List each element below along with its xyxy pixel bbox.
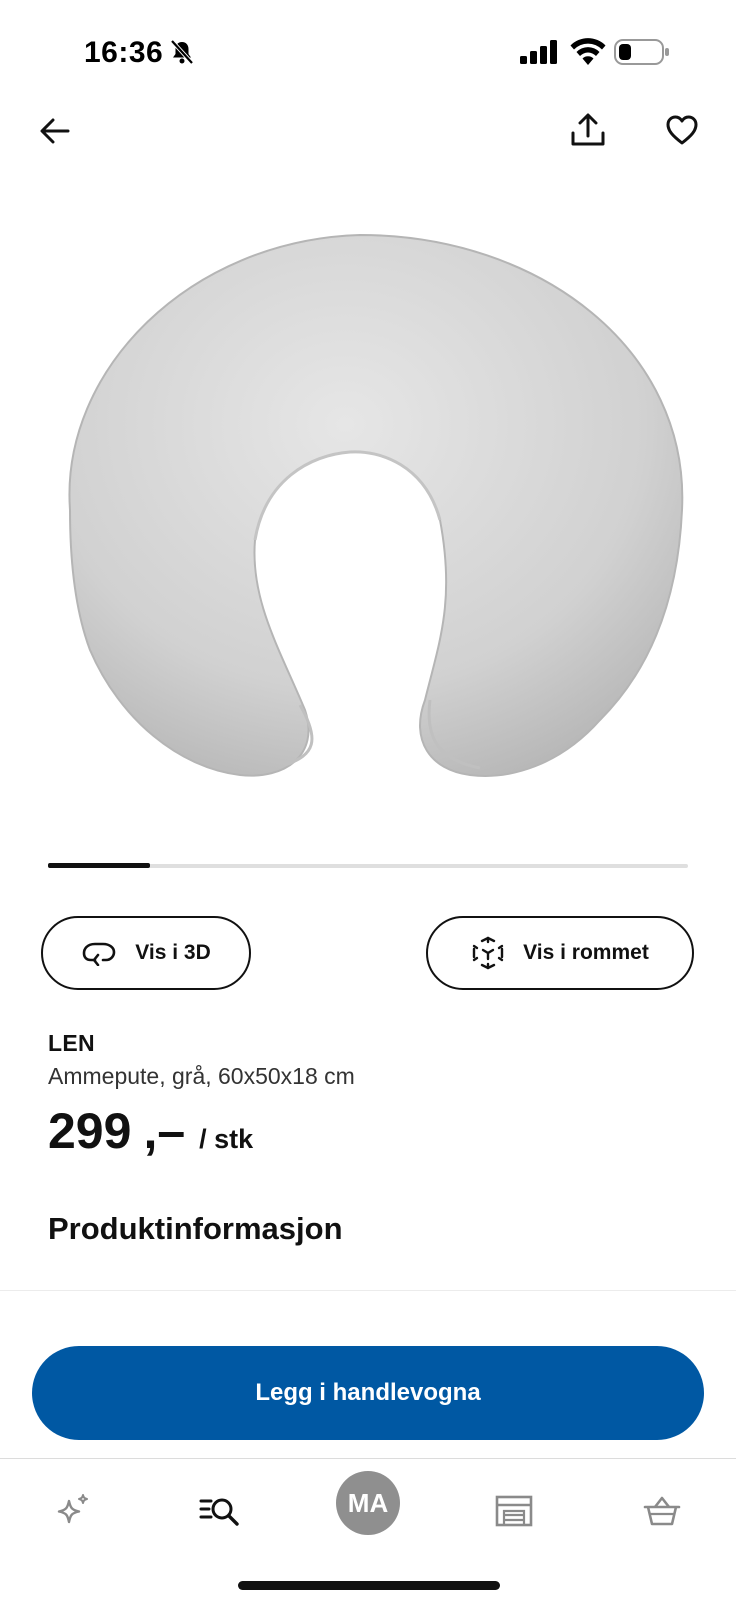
ar-cube-icon: [472, 936, 504, 970]
tab-profile[interactable]: MA: [336, 1471, 400, 1535]
store-icon: [495, 1495, 533, 1527]
carousel-progress: [48, 863, 151, 868]
tab-store[interactable]: [482, 1479, 546, 1543]
bottom-tab-bar: MA: [0, 1458, 736, 1600]
battery-icon: [614, 39, 669, 65]
arrow-left-icon: [40, 118, 70, 144]
rotate-3d-icon: [82, 942, 116, 966]
wifi-icon: [570, 38, 606, 65]
add-to-cart-button[interactable]: Legg i handlevogna: [32, 1346, 704, 1440]
share-button[interactable]: [566, 108, 610, 152]
basket-icon: [643, 1496, 681, 1526]
product-info-heading[interactable]: Produktinformasjon: [48, 1211, 343, 1247]
status-bar: 16:36: [0, 0, 736, 100]
product-description: Ammepute, grå, 60x50x18 cm: [48, 1063, 355, 1089]
cellular-signal-icon: [520, 40, 557, 64]
price: 299 ,– / stk: [48, 1102, 253, 1160]
home-indicator: [238, 1581, 500, 1590]
view-in-room-label: Vis i rommet: [523, 941, 649, 964]
price-suffix: ,–: [143, 1103, 186, 1159]
price-amount: 299: [48, 1103, 132, 1159]
tab-cart[interactable]: [630, 1479, 694, 1543]
back-button[interactable]: [34, 110, 76, 152]
favorite-button[interactable]: [660, 108, 704, 152]
view-in-room-button[interactable]: Vis i rommet: [426, 916, 694, 990]
tab-search[interactable]: [188, 1479, 252, 1543]
divider: [0, 1290, 736, 1291]
share-icon: [571, 113, 605, 146]
view-3d-button[interactable]: Vis i 3D: [41, 916, 251, 990]
sparkle-icon: [57, 1494, 88, 1524]
product-name: LEN: [48, 1030, 95, 1056]
product-image[interactable]: [30, 220, 706, 810]
status-time: 16:36: [84, 36, 164, 69]
search-list-icon: [199, 1498, 239, 1526]
bell-slash-icon: [170, 39, 194, 65]
image-carousel-indicator: [48, 863, 688, 868]
profile-avatar: MA: [347, 1487, 389, 1518]
tab-inspiration[interactable]: [41, 1479, 105, 1543]
view-3d-label: Vis i 3D: [135, 941, 211, 964]
price-unit: / stk: [199, 1124, 254, 1154]
heart-icon: [666, 115, 698, 145]
